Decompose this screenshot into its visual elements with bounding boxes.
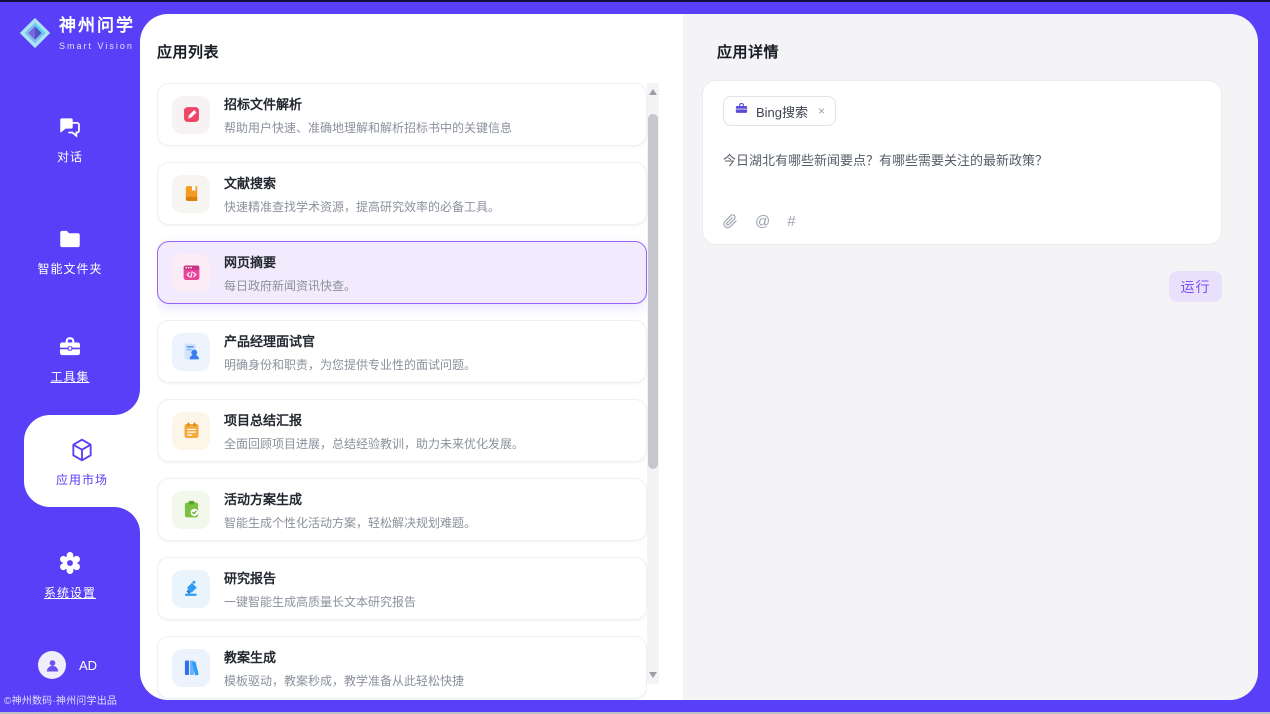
- app-list-scrollbar[interactable]: [647, 83, 659, 684]
- app-name: 项目总结汇报: [224, 410, 524, 429]
- literature-book-icon: [172, 175, 210, 213]
- app-description: 明确身份和职责，为您提供专业性的面试问题。: [224, 356, 476, 373]
- app-list-title: 应用列表: [157, 41, 219, 62]
- webpage-code-icon: [172, 254, 210, 292]
- diamond-logo-icon: [18, 16, 52, 55]
- app-name: 教案生成: [224, 647, 464, 666]
- app-description: 每日政府新闻资讯快查。: [224, 277, 356, 294]
- scroll-up-arrow-icon[interactable]: [649, 89, 657, 95]
- app-list-item[interactable]: 教案生成 模板驱动，教案秒成，教学准备从此轻松快捷: [157, 636, 647, 699]
- cube-icon: [24, 435, 140, 463]
- app-description: 一键智能生成高质量长文本研究报告: [224, 593, 416, 610]
- app-list-item[interactable]: 活动方案生成 智能生成个性化活动方案，轻松解决规划难题。: [157, 478, 647, 541]
- active-bubble-curve-top: [114, 389, 140, 415]
- sidebar-item-label: 工具集: [0, 368, 140, 385]
- tag-close-icon[interactable]: ×: [818, 104, 825, 118]
- chat-icon: [0, 112, 140, 140]
- app-description: 模板驱动，教案秒成，教学准备从此轻松快捷: [224, 672, 464, 689]
- topic-hash-icon[interactable]: #: [787, 213, 795, 230]
- app-list-item[interactable]: 项目总结汇报 全面回顾项目进展，总结经验教训，助力未来优化发展。: [157, 399, 647, 462]
- sidebar-item[interactable]: 应用市场: [24, 415, 140, 507]
- copyright-text: ©神州数码·神州问学出品: [4, 692, 140, 707]
- app-name: 研究报告: [224, 568, 416, 587]
- gear-icon: [0, 548, 140, 576]
- sidebar-item-label: 应用市场: [24, 471, 140, 488]
- app-description: 帮助用户快速、准确地理解和解析招标书中的关键信息: [224, 119, 512, 136]
- tool-tag-bing-search[interactable]: Bing搜索 ×: [723, 96, 836, 126]
- app-description: 智能生成个性化活动方案，轻松解决规划难题。: [224, 514, 476, 531]
- user-name: AD: [79, 658, 97, 673]
- briefcase-icon: [734, 101, 749, 121]
- sidebar-item[interactable]: 智能文件夹: [0, 224, 140, 277]
- app-list-panel: 应用列表 招标文件解析 帮助用户快速、准确地理解和解析招标书中的关键信息 文献搜…: [140, 14, 683, 700]
- app-detail-panel: 应用详情 Bing搜索 × 今日湖北有哪些新闻要点？有哪些需要关注的最新政策？: [683, 14, 1258, 700]
- folder-icon: [0, 224, 140, 252]
- teaching-books-icon: [172, 649, 210, 687]
- app-list-item[interactable]: 文献搜索 快速精准查找学术资源，提高研究效率的必备工具。: [157, 162, 647, 225]
- app-list: 招标文件解析 帮助用户快速、准确地理解和解析招标书中的关键信息 文献搜索 快速精…: [157, 83, 647, 700]
- main-content: 应用列表 招标文件解析 帮助用户快速、准确地理解和解析招标书中的关键信息 文献搜…: [140, 14, 1258, 700]
- clipboard-check-icon: [172, 491, 210, 529]
- scrollbar-thumb[interactable]: [648, 114, 658, 469]
- summary-note-icon: [172, 412, 210, 450]
- sidebar-item[interactable]: 工具集: [0, 332, 140, 385]
- run-button[interactable]: 运行: [1169, 271, 1222, 302]
- user-account[interactable]: AD: [38, 651, 97, 679]
- toolbox-icon: [0, 332, 140, 360]
- active-bubble-curve-bottom: [114, 507, 140, 533]
- app-list-item[interactable]: 招标文件解析 帮助用户快速、准确地理解和解析招标书中的关键信息: [157, 83, 647, 146]
- app-description: 全面回顾项目进展，总结经验教训，助力未来优化发展。: [224, 435, 524, 452]
- sidebar-item-label: 智能文件夹: [0, 260, 140, 277]
- tool-tag-label: Bing搜索: [756, 102, 808, 121]
- mention-icon[interactable]: @: [755, 213, 770, 230]
- sidebar-item-label: 系统设置: [0, 584, 140, 601]
- brand-name: 神州问学: [59, 16, 135, 35]
- app-description: 快速精准查找学术资源，提高研究效率的必备工具。: [224, 198, 500, 215]
- interviewer-icon: [172, 333, 210, 371]
- app-name: 文献搜索: [224, 173, 500, 192]
- paperclip-icon[interactable]: [723, 214, 738, 229]
- sidebar-item[interactable]: 系统设置: [0, 548, 140, 601]
- app-list-item[interactable]: 研究报告 一键智能生成高质量长文本研究报告: [157, 557, 647, 620]
- bid-doc-icon: [172, 96, 210, 134]
- input-toolbar: @ #: [723, 213, 796, 230]
- app-name: 产品经理面试官: [224, 331, 476, 350]
- sidebar-item[interactable]: 对话: [0, 112, 140, 165]
- brand-logo: 神州问学 Smart Vision: [18, 16, 135, 55]
- app-name: 活动方案生成: [224, 489, 476, 508]
- sidebar-item-label: 对话: [0, 148, 140, 165]
- brand-subtitle: Smart Vision: [59, 41, 134, 51]
- research-icon: [172, 570, 210, 608]
- app-list-item[interactable]: 网页摘要 每日政府新闻资讯快查。: [157, 241, 647, 304]
- app-list-item[interactable]: 产品经理面试官 明确身份和职责，为您提供专业性的面试问题。: [157, 320, 647, 383]
- prompt-card: Bing搜索 × 今日湖北有哪些新闻要点？有哪些需要关注的最新政策？ @ #: [702, 80, 1222, 245]
- app-detail-title: 应用详情: [717, 41, 779, 62]
- avatar[interactable]: [38, 651, 66, 679]
- sidebar: 神州问学 Smart Vision 对话 智能文件夹 工具集 应用市场 系统设置…: [0, 2, 140, 712]
- app-name: 招标文件解析: [224, 94, 512, 113]
- app-name: 网页摘要: [224, 252, 356, 271]
- window-top-border: [0, 0, 1270, 2]
- prompt-text[interactable]: 今日湖北有哪些新闻要点？有哪些需要关注的最新政策？: [723, 151, 1201, 171]
- scroll-down-arrow-icon[interactable]: [649, 672, 657, 678]
